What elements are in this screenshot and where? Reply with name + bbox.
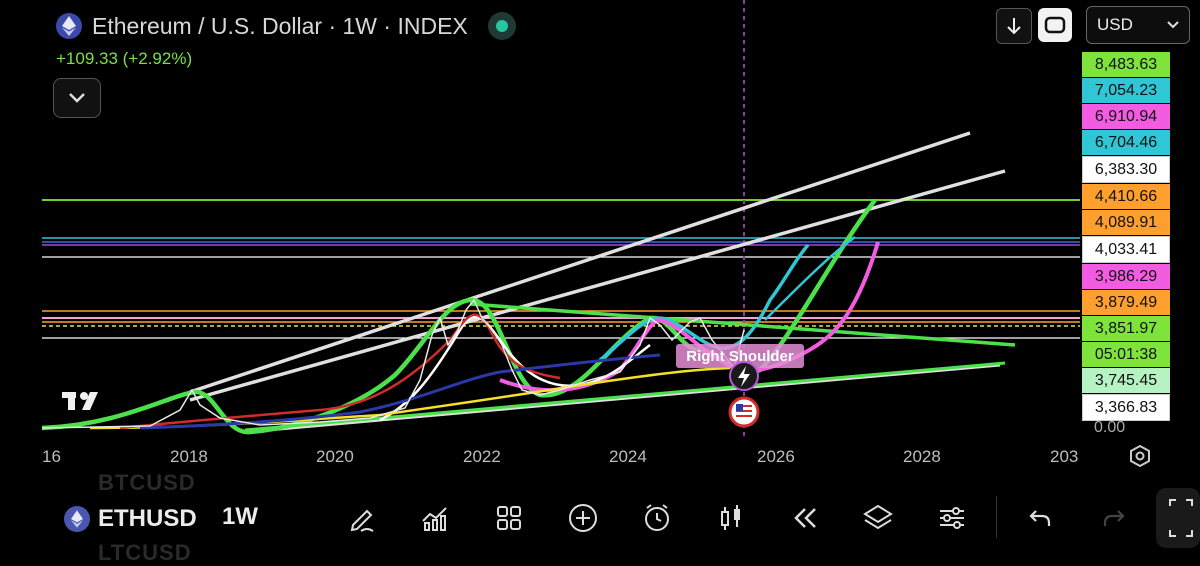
- settings-sliders-icon: [940, 507, 964, 529]
- price-level-label: 3,745.45: [1082, 368, 1170, 393]
- price-zero-label: 0.00: [1094, 419, 1126, 436]
- layers-icon: [863, 504, 893, 530]
- replay-button[interactable]: [784, 498, 824, 538]
- price-level-label: 8,483.63: [1082, 52, 1170, 77]
- symbol-header[interactable]: Ethereum / U.S. Dollar · 1W · INDEX: [56, 12, 516, 40]
- symbol-title: Ethereum / U.S. Dollar · 1W · INDEX: [92, 12, 468, 39]
- add-icon: [569, 504, 597, 532]
- scroll-to-latest-button[interactable]: [996, 8, 1032, 44]
- grid-icon: [497, 506, 521, 530]
- redo-icon: [1103, 510, 1125, 526]
- candle-icon: [721, 505, 740, 530]
- year-label: 2028: [903, 447, 941, 466]
- replay-icon: [794, 508, 816, 528]
- hexagon-settings-icon: [1130, 444, 1150, 468]
- alert-icon: [645, 504, 669, 531]
- year-label: 2020: [316, 447, 354, 466]
- indicators-button[interactable]: [415, 498, 455, 538]
- layout-grid-button[interactable]: [489, 498, 529, 538]
- chevron-down-icon: [69, 93, 85, 103]
- chart-type-button[interactable]: [711, 498, 751, 538]
- price-level-label: 3,986.29: [1082, 264, 1170, 289]
- year-label: 2026: [757, 447, 795, 466]
- price-level-label: 4,033.41: [1082, 236, 1170, 263]
- price-level-label: 3,366.83: [1082, 394, 1170, 421]
- year-label: 2022: [463, 447, 501, 466]
- arrow-down-icon: [1007, 18, 1021, 35]
- fullscreen-icon: [1044, 16, 1066, 34]
- trendline-upper: [189, 131, 971, 394]
- price-level-label: 4,410.66: [1082, 184, 1170, 209]
- currency-select[interactable]: USD: [1086, 6, 1190, 44]
- price-level-label: 6,910.94: [1082, 104, 1170, 129]
- draw-icon: [350, 509, 374, 532]
- price-change: +109.33 (+2.92%): [56, 49, 193, 68]
- tradingview-logo: [62, 392, 98, 410]
- draw-tool-button[interactable]: [342, 498, 382, 538]
- ma-cyan: [598, 243, 810, 362]
- currency-value: USD: [1097, 15, 1133, 34]
- symbol-label: ETHUSD: [98, 505, 197, 532]
- price-level-label: 4,089.91: [1082, 210, 1170, 235]
- timeframe-button[interactable]: 1W: [222, 503, 258, 531]
- price-scale[interactable]: 8,483.63 7,054.23 6,910.94 6,704.46 6,383.30…: [1082, 52, 1170, 422]
- indicators-icon: [422, 507, 447, 531]
- price-level-label: 6,383.30: [1082, 156, 1170, 183]
- add-button[interactable]: [563, 498, 603, 538]
- price-level-label: 3,851.97: [1082, 316, 1170, 341]
- collapse-legend-button[interactable]: [53, 78, 101, 118]
- fullscreen-button[interactable]: [1038, 8, 1072, 42]
- undo-icon: [1029, 510, 1051, 526]
- scale-settings-button[interactable]: [1128, 444, 1152, 468]
- year-label: 203: [1050, 447, 1079, 466]
- market-status-icon[interactable]: [487, 12, 516, 40]
- price-level-label: 6,704.46: [1082, 130, 1170, 155]
- expand-panel-icon: [1169, 499, 1193, 537]
- price-level-label: 05:01:38: [1082, 342, 1170, 367]
- alert-button[interactable]: [637, 498, 677, 538]
- year-label: 16: [42, 447, 61, 466]
- ma-green: [41, 198, 877, 435]
- layers-button[interactable]: [858, 498, 898, 538]
- ethereum-icon: [64, 506, 90, 532]
- year-label: 2018: [170, 447, 208, 466]
- redo-button[interactable]: [1094, 498, 1134, 538]
- ethereum-icon: [56, 13, 82, 39]
- trendline-green-lower: [244, 361, 1006, 432]
- year-label: 2024: [609, 447, 647, 466]
- symbol-switcher[interactable]: ETHUSD: [64, 505, 197, 533]
- side-panel-toggle[interactable]: [1156, 488, 1200, 548]
- toolbar-divider: [996, 496, 997, 538]
- price-level-label: 7,054.23: [1082, 78, 1170, 103]
- price-level-label: 3,879.49: [1082, 290, 1170, 315]
- ghost-symbol-below: LTCUSD: [98, 540, 192, 565]
- chevron-down-icon: [1167, 21, 1179, 29]
- ghost-symbol-above: BTCUSD: [98, 470, 196, 495]
- undo-button[interactable]: [1020, 498, 1060, 538]
- chart-settings-button[interactable]: [932, 498, 972, 538]
